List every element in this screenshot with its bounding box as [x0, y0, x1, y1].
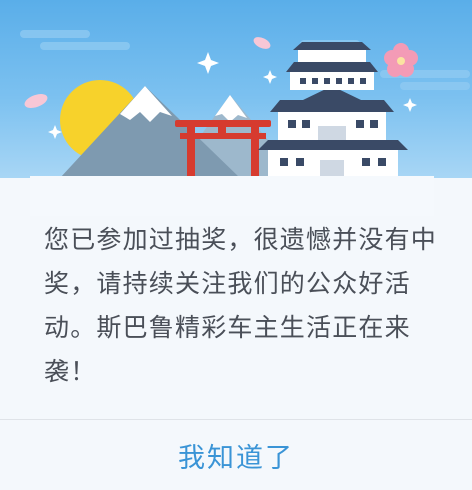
lottery-result-dialog: 您已参加过抽奖，很遗憾并没有中奖，请持续关注我们的公众好活动。斯巴鲁精彩车主生活…	[0, 0, 472, 490]
cherry-blossom-icon	[384, 43, 418, 77]
japan-scenery-banner	[0, 0, 472, 178]
message-card-top	[30, 176, 434, 216]
banner-illustration	[20, 30, 470, 178]
petal-icon	[24, 94, 48, 108]
result-message: 您已参加过抽奖，很遗憾并没有中奖，请持续关注我们的公众好活动。斯巴鲁精彩车主生活…	[44, 225, 438, 386]
confirm-button[interactable]: 我知道了	[0, 420, 472, 490]
petal-icon	[253, 37, 271, 49]
